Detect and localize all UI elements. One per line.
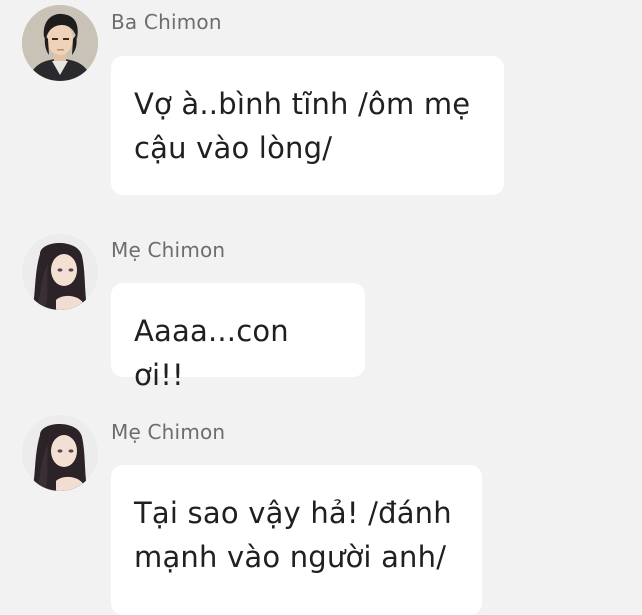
message-text-line: Aaaa...con ơi!! (134, 314, 289, 392)
man-avatar-icon[interactable] (22, 5, 98, 81)
sender-name: Ba Chimon (111, 10, 222, 34)
message-text-line: Tại sao vậy hả! /đánh (134, 496, 452, 530)
message-bubble[interactable]: Vợ à..bình tĩnh /ôm mẹ cậu vào lòng/ (111, 56, 504, 195)
woman-avatar-icon[interactable] (22, 415, 98, 491)
message-text-line: Vợ à..bình tĩnh /ôm mẹ (134, 87, 471, 121)
chat-message: Ba Chimon Vợ à..bình tĩnh /ôm mẹ cậu vào… (0, 0, 642, 200)
chat-message: Mẹ Chimon Aaaa...con ơi!! (0, 228, 642, 392)
chat-message: Mẹ Chimon Tại sao vậy hả! /đánh mạnh vào… (0, 410, 642, 615)
woman-avatar-icon[interactable] (22, 234, 98, 310)
message-text-line: mạnh vào người anh/ (134, 540, 447, 574)
message-text-line: cậu vào lòng/ (134, 131, 333, 165)
message-bubble[interactable]: Aaaa...con ơi!! (111, 283, 365, 392)
sender-name: Mẹ Chimon (111, 238, 226, 262)
message-bubble[interactable]: Tại sao vậy hả! /đánh mạnh vào người anh… (111, 465, 482, 615)
sender-name: Mẹ Chimon (111, 420, 226, 444)
